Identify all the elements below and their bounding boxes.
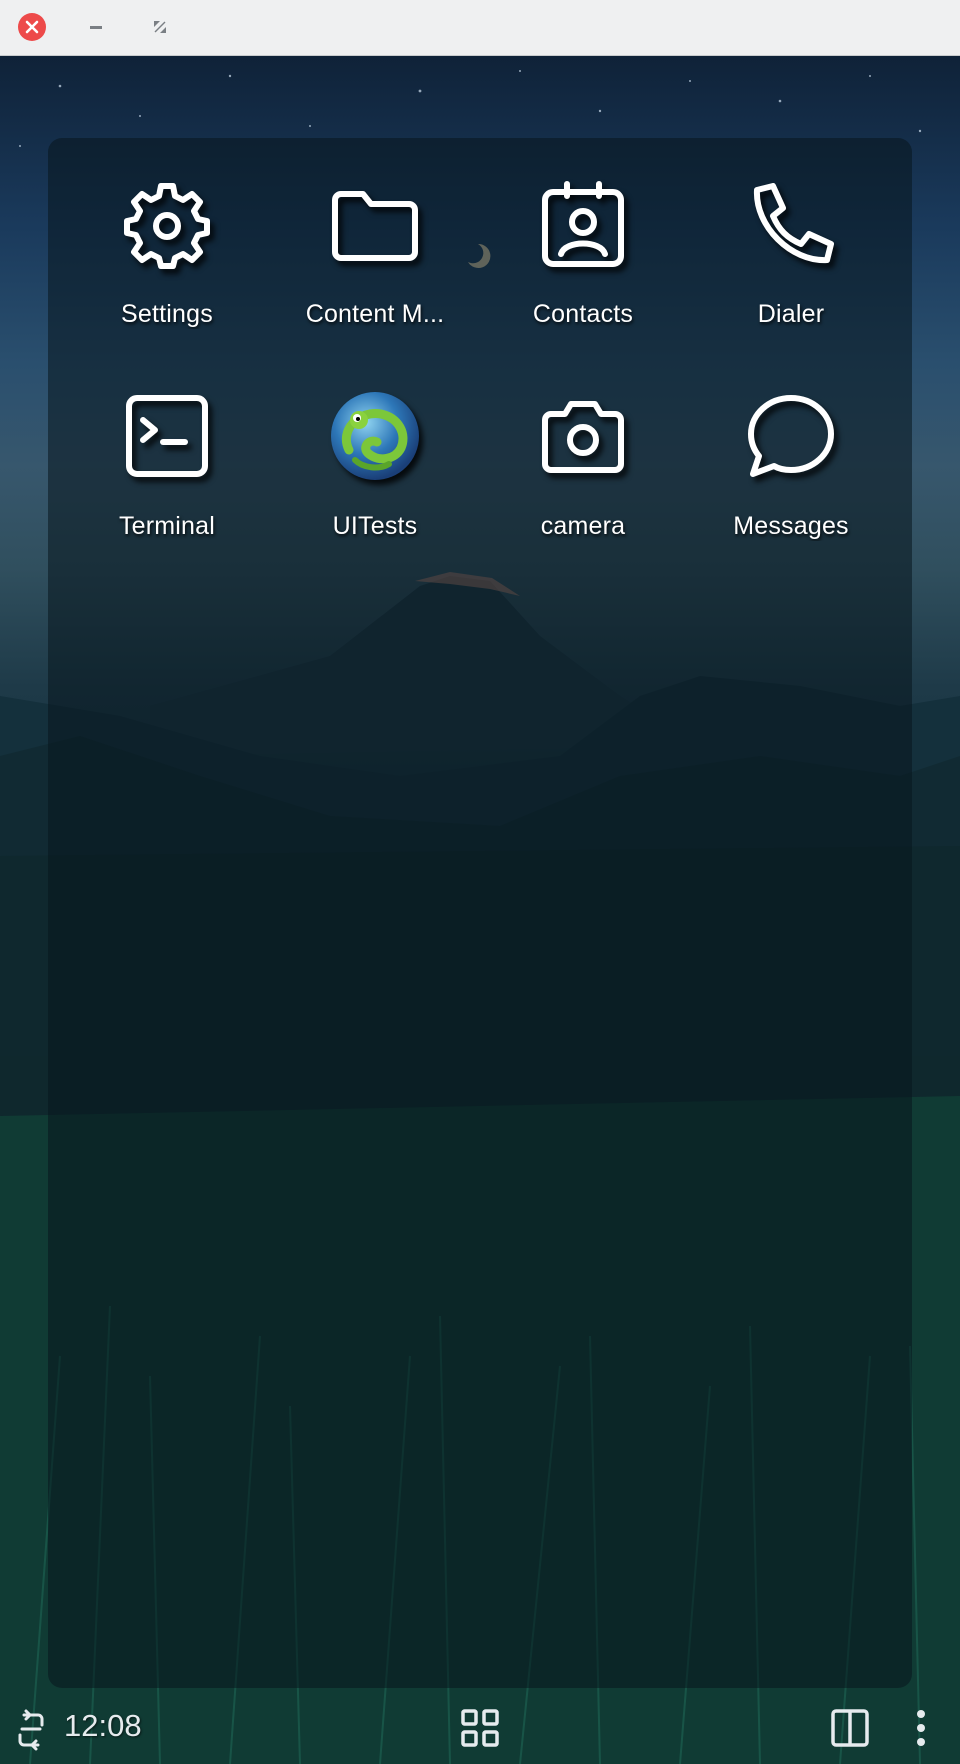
app-label: UITests (332, 512, 418, 540)
split-view-button[interactable] (828, 1706, 872, 1750)
maximize-icon (154, 21, 166, 33)
terminal-icon (121, 390, 213, 482)
app-camera[interactable]: camera (479, 350, 687, 540)
window-titlebar (0, 0, 960, 56)
taskbar: 12:08 (0, 1694, 960, 1764)
app-label: Contacts (532, 300, 634, 328)
phone-icon (745, 178, 837, 270)
close-button[interactable] (17, 12, 47, 42)
app-label: Messages (733, 512, 849, 540)
gear-icon (121, 178, 213, 270)
camera-icon (537, 390, 629, 482)
more-vertical-icon (917, 1710, 925, 1746)
app-settings[interactable]: Settings (63, 138, 271, 328)
close-icon (18, 13, 46, 41)
gecko-icon (329, 390, 421, 482)
app-grid-button[interactable] (458, 1706, 502, 1750)
app-label: Settings (121, 300, 213, 328)
menu-button[interactable] (906, 1706, 936, 1750)
app-grid-icon (461, 1709, 499, 1747)
app-dialer[interactable]: Dialer (687, 138, 895, 328)
app-messages[interactable]: Messages (687, 350, 895, 540)
app-terminal[interactable]: Terminal (63, 350, 271, 540)
split-view-icon (831, 1709, 869, 1747)
app-label: camera (540, 512, 626, 540)
app-label: Dialer (757, 300, 825, 328)
app-uitests[interactable]: UITests (271, 350, 479, 540)
app-content-manager[interactable]: Content M... (271, 138, 479, 328)
rotate-button[interactable] (14, 1708, 48, 1752)
app-label: Terminal (118, 512, 216, 540)
folder-icon (329, 178, 421, 270)
contact-card-icon (537, 178, 629, 270)
minimize-icon (90, 26, 102, 29)
screen-rotate-icon (18, 1709, 44, 1751)
chat-bubble-icon (745, 390, 837, 482)
clock: 12:08 (64, 1708, 142, 1743)
maximize-button[interactable] (145, 12, 175, 42)
minimize-button[interactable] (81, 12, 111, 42)
app-contacts[interactable]: Contacts (479, 138, 687, 328)
app-launcher: Settings Content M... Contacts Dialer Te… (48, 138, 912, 1688)
app-label: Content M... (305, 300, 445, 328)
